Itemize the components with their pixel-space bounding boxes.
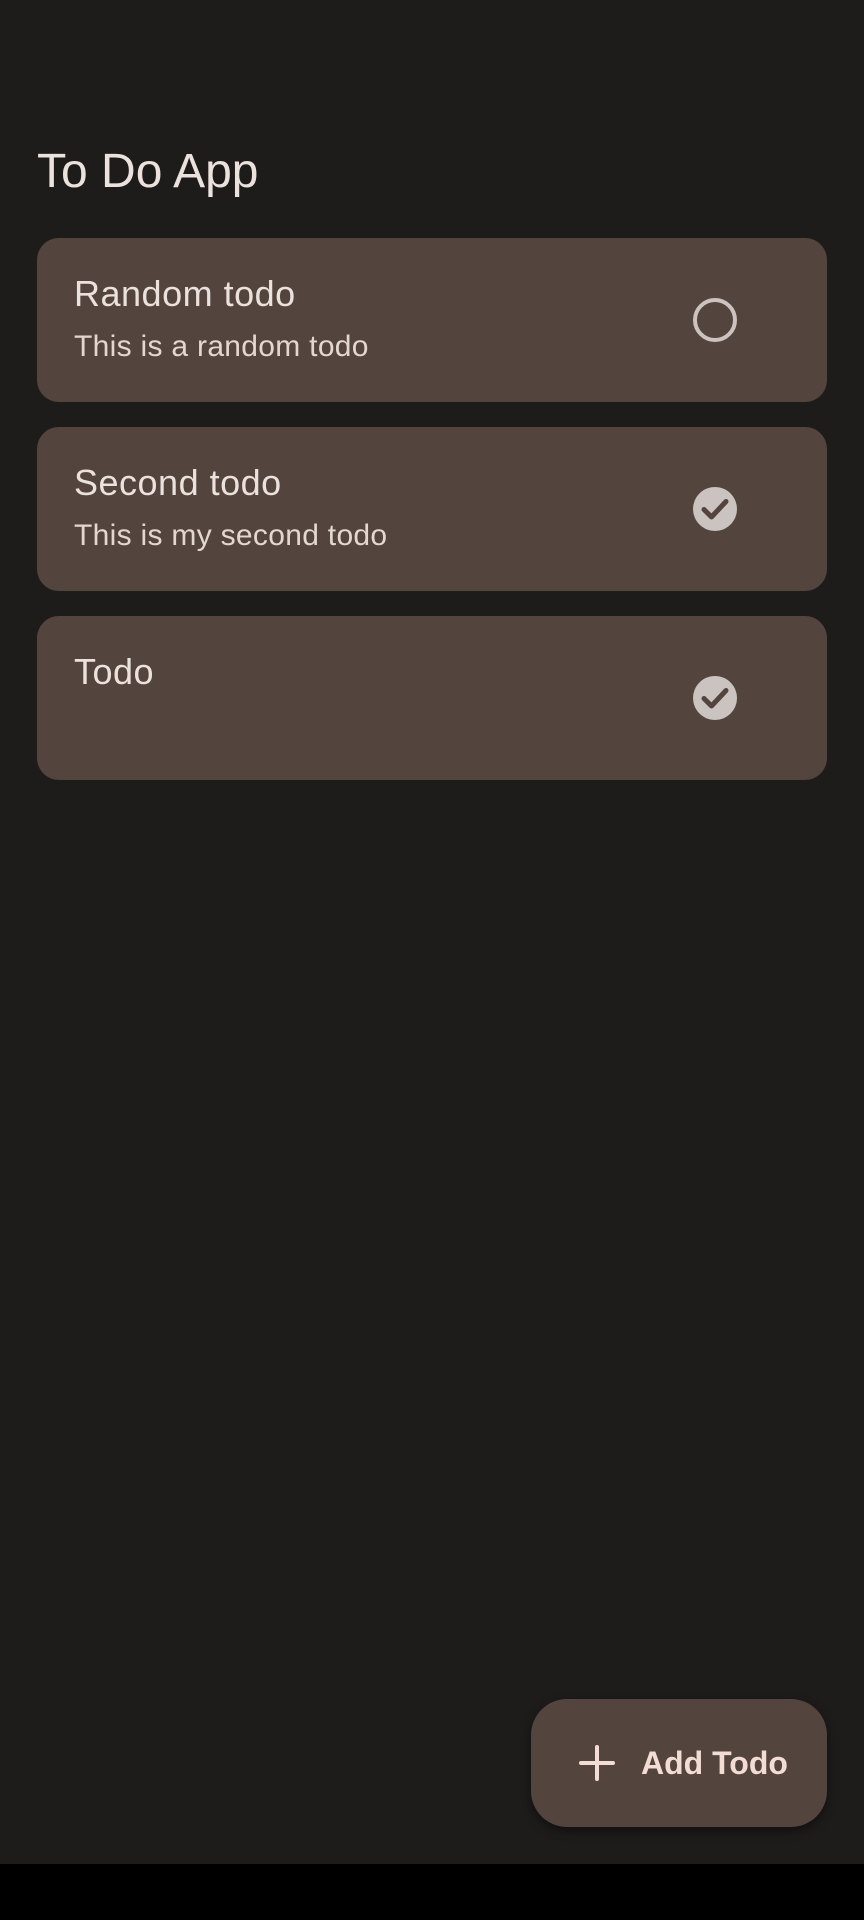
todo-checkbox[interactable] <box>690 484 740 534</box>
todo-item[interactable]: Second todo This is my second todo <box>37 427 827 591</box>
page-title: To Do App <box>37 145 259 198</box>
todo-description: This is a random todo <box>74 330 369 363</box>
todo-title: Todo <box>74 651 155 692</box>
todo-title: Second todo <box>74 462 282 503</box>
system-navigation-bar <box>0 1864 864 1920</box>
todo-title: Random todo <box>74 273 296 314</box>
todo-description: This is my second todo <box>74 519 388 552</box>
checked-circle-icon <box>693 487 737 531</box>
todo-checkbox[interactable] <box>690 673 740 723</box>
todo-item[interactable]: Todo <box>37 616 827 780</box>
todo-checkbox[interactable] <box>690 295 740 345</box>
checked-circle-icon <box>693 676 737 720</box>
add-todo-button[interactable]: Add Todo <box>531 1699 827 1827</box>
todo-item[interactable]: Random todo This is a random todo <box>37 238 827 402</box>
todo-list: Random todo This is a random todo Second… <box>37 238 827 805</box>
plus-icon <box>579 1745 615 1781</box>
app-screen: To Do App Random todo This is a random t… <box>0 0 864 1864</box>
add-todo-label: Add Todo <box>641 1745 788 1781</box>
unchecked-circle-icon <box>693 298 737 342</box>
